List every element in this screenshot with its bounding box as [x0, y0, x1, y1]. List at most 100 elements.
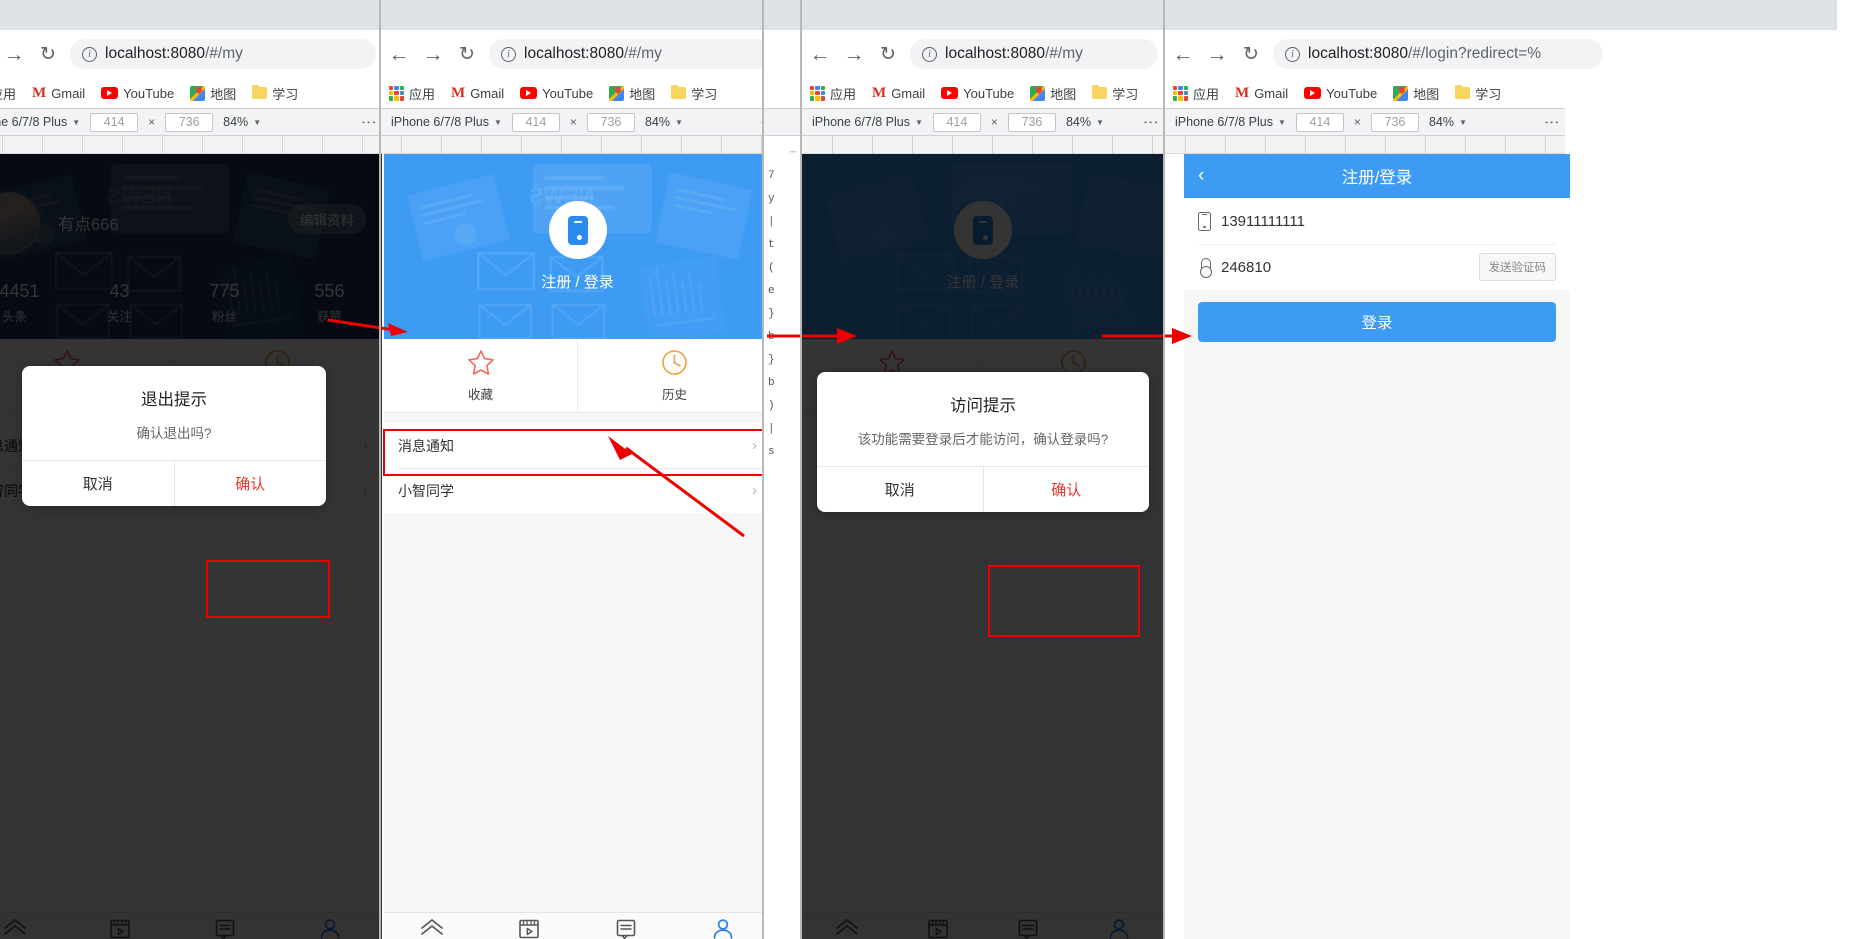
back-arrow-icon[interactable]: ←	[387, 44, 411, 65]
bookmark-maps-1[interactable]: 地图	[190, 84, 236, 103]
reload-icon[interactable]: ↻	[876, 45, 900, 64]
cancel-button[interactable]: 取消	[22, 461, 174, 506]
bookmark-apps-4[interactable]: 应用	[1173, 84, 1219, 103]
device-height-input-2[interactable]: 736	[586, 112, 635, 132]
chevron-right-icon: ›	[752, 482, 757, 499]
reload-icon[interactable]: ↻	[455, 45, 479, 64]
device-width-input-4[interactable]: 414	[1295, 112, 1344, 132]
more-options-icon[interactable]: ⋮	[1142, 115, 1159, 130]
code-field-row[interactable]: 246810 发送验证码	[1184, 244, 1570, 290]
zoom-select-1[interactable]: 84% ▼	[223, 115, 261, 129]
address-bar-2[interactable]: i localhost:8080/#/my	[489, 39, 775, 69]
window-divider-1	[379, 0, 381, 939]
folder-icon	[1455, 85, 1471, 99]
device-ruler-3	[802, 136, 1164, 154]
bookmark-apps-2[interactable]: 应用	[389, 84, 435, 103]
tab-home-2[interactable]: 首页	[384, 913, 481, 939]
forward-arrow-icon[interactable]: →	[1205, 44, 1229, 65]
modal-overlay-3[interactable]	[802, 154, 1164, 939]
bookmark-apps-1[interactable]: 应用	[0, 84, 16, 103]
device-select-4[interactable]: iPhone 6/7/8 Plus ▼	[1175, 115, 1286, 129]
site-info-icon[interactable]: i	[501, 46, 516, 62]
device-select-1[interactable]: Phone 6/7/8 Plus ▼	[0, 115, 80, 129]
device-select-2[interactable]: iPhone 6/7/8 Plus ▼	[391, 115, 502, 129]
device-name: iPhone 6/7/8 Plus	[391, 115, 489, 129]
bookmark-gmail-1[interactable]: M Gmail	[32, 85, 85, 101]
quick-favorites-2[interactable]: 收藏	[384, 339, 577, 412]
bookmark-maps-4[interactable]: 地图	[1393, 84, 1439, 103]
page-title: 注册/登录	[1341, 169, 1413, 187]
tab-qa-2[interactable]: 问答	[578, 913, 675, 939]
forward-arrow-icon[interactable]: →	[842, 44, 866, 65]
device-width-input-2[interactable]: 414	[511, 112, 560, 132]
device-height-input-3[interactable]: 736	[1007, 112, 1056, 132]
phone-field-row[interactable]: 13911111111	[1184, 198, 1570, 244]
bookmark-youtube-4[interactable]: YouTube	[1304, 86, 1377, 101]
address-bar-3[interactable]: i localhost:8080/#/my	[910, 39, 1158, 69]
reload-icon[interactable]: ↻	[1239, 45, 1263, 64]
dialog-buttons: 取消 确认	[817, 466, 1149, 512]
bookmark-gmail-3[interactable]: M Gmail	[872, 85, 925, 101]
dialog-title: 访问提示	[950, 397, 1016, 415]
tab-video-2[interactable]: 视频	[481, 913, 578, 939]
login-button[interactable]: 登录	[1198, 302, 1556, 342]
cancel-button[interactable]: 取消	[817, 467, 983, 512]
site-info-icon[interactable]: i	[82, 46, 97, 62]
address-bar-4[interactable]: i localhost:8080/#/login?redirect=%	[1273, 39, 1603, 69]
back-arrow-icon[interactable]: ←	[1171, 44, 1195, 65]
zoom-select-3[interactable]: 84% ▼	[1066, 115, 1104, 129]
zoom-select-4[interactable]: 84% ▼	[1429, 115, 1467, 129]
site-info-icon[interactable]: i	[922, 46, 937, 62]
dimension-separator: ×	[148, 115, 156, 129]
bookmark-maps-3[interactable]: 地图	[1030, 84, 1076, 103]
list-item-xiaozhi[interactable]: 小智同学 ›	[384, 468, 771, 513]
bookmark-youtube-3[interactable]: YouTube	[941, 86, 1014, 101]
modal-overlay-1[interactable]	[0, 154, 382, 939]
bookmark-gmail-2[interactable]: M Gmail	[451, 85, 504, 101]
folder-icon	[671, 85, 687, 99]
send-code-button[interactable]: 发送验证码	[1478, 253, 1556, 281]
code-input[interactable]: 246810	[1221, 259, 1271, 276]
device-select-3[interactable]: iPhone 6/7/8 Plus ▼	[812, 115, 923, 129]
forward-arrow-icon[interactable]: →	[2, 44, 26, 65]
confirm-button[interactable]: 确认	[173, 461, 327, 506]
chevron-down-icon: ▼	[494, 117, 502, 127]
bookmark-gmail-4[interactable]: M Gmail	[1235, 85, 1288, 101]
more-options-icon[interactable]: ⋮	[360, 115, 377, 130]
confirm-button[interactable]: 确认	[982, 467, 1150, 512]
phone-input[interactable]: 13911111111	[1221, 213, 1305, 230]
bookmark-study-1[interactable]: 学习	[252, 84, 298, 103]
device-height-input-4[interactable]: 736	[1370, 112, 1419, 132]
device-height-input-1[interactable]: 736	[165, 112, 214, 132]
bookmark-youtube-2[interactable]: YouTube	[520, 86, 593, 101]
device-toolbar-3: iPhone 6/7/8 Plus ▼ 414 × 736 84% ▼ ⋮	[802, 108, 1164, 136]
bookmark-label: 学习	[272, 86, 299, 102]
back-arrow-icon[interactable]: ←	[808, 44, 832, 65]
browser-window-1: ← → ↻ i localhost:8080/#/my 应用 M Gmail	[0, 0, 382, 939]
zoom-select-2[interactable]: 84% ▼	[645, 115, 683, 129]
dimension-separator: ×	[569, 115, 577, 129]
youtube-icon	[520, 87, 538, 99]
quick-label: 收藏	[467, 387, 493, 402]
site-info-icon[interactable]: i	[1285, 46, 1300, 62]
device-width-input-1[interactable]: 414	[90, 112, 139, 132]
bookmark-study-2[interactable]: 学习	[671, 84, 717, 103]
quick-history-2[interactable]: 历史	[577, 339, 771, 412]
more-options-icon[interactable]: ⋮	[1543, 115, 1560, 130]
address-bar-1[interactable]: i localhost:8080/#/my	[70, 39, 376, 69]
bookmark-youtube-1[interactable]: YouTube	[101, 86, 174, 101]
bookmark-maps-2[interactable]: 地图	[609, 84, 655, 103]
phone-viewport-1: 有点666 编辑资料 64451 头条 43 关注 775 粉丝	[0, 154, 382, 939]
bookmark-label: YouTube	[542, 85, 594, 101]
device-width-input-3[interactable]: 414	[932, 112, 981, 132]
forward-arrow-icon[interactable]: →	[421, 44, 445, 65]
back-chevron-icon[interactable]: ‹	[1198, 165, 1204, 187]
bookmark-apps-3[interactable]: 应用	[810, 84, 856, 103]
list-item[interactable]: 消息通知 ›	[384, 423, 771, 468]
bookmark-study-3[interactable]: 学习	[1092, 84, 1138, 103]
bookmark-study-4[interactable]: 学习	[1455, 84, 1501, 103]
reload-icon[interactable]: ↻	[36, 45, 60, 64]
login-icon-circle-2	[548, 201, 607, 259]
login-banner-2[interactable]: 注册 / 登录	[384, 154, 771, 339]
tab-mine-2[interactable]: 我的	[674, 913, 771, 939]
